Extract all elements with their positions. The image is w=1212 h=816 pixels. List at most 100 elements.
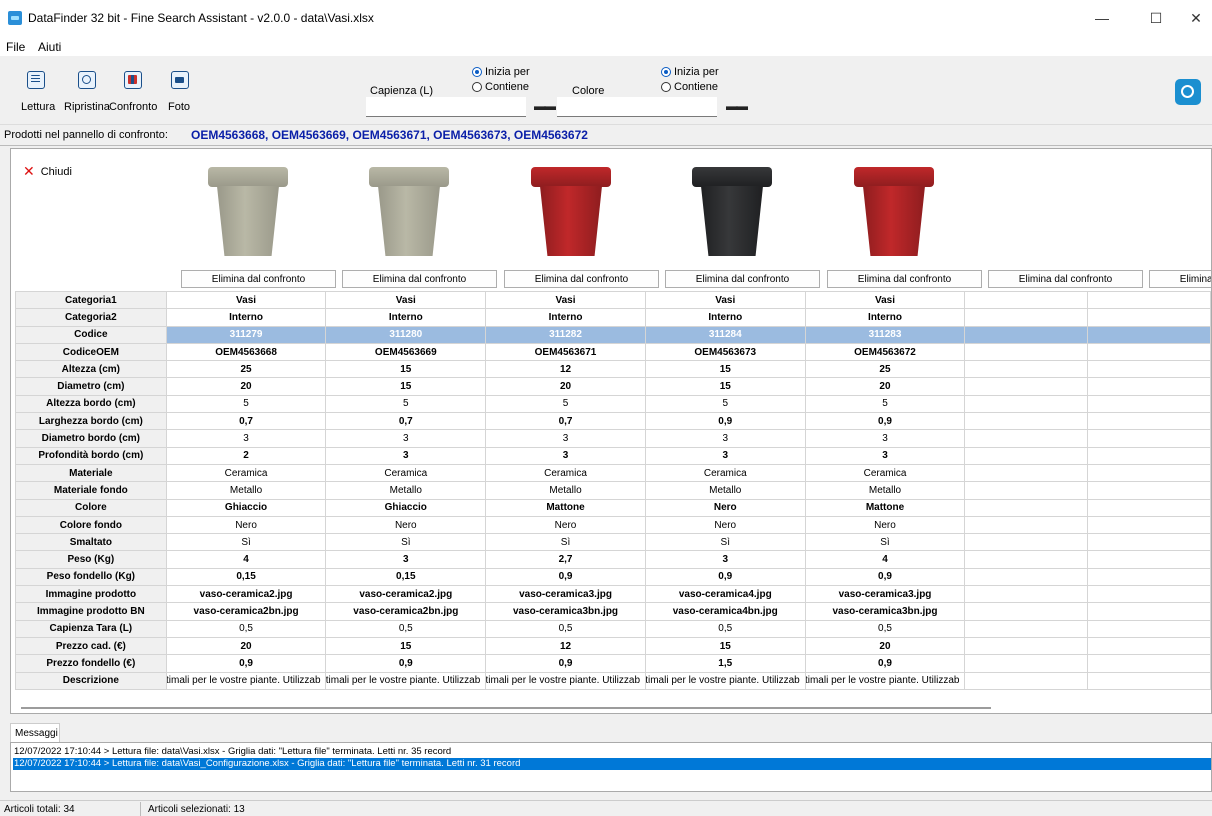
table-cell[interactable]: Ceramica	[804, 463, 966, 483]
table-cell[interactable]: 5	[165, 394, 327, 414]
table-cell[interactable]: 0,7	[485, 412, 646, 431]
remove-from-compare-button[interactable]: Elimina dal confronto	[1149, 270, 1211, 288]
table-cell[interactable]	[964, 325, 1089, 344]
finder-search-icon[interactable]	[1175, 79, 1201, 105]
table-cell[interactable]: Ceramica	[165, 463, 327, 483]
table-cell[interactable]	[964, 585, 1089, 604]
table-cell[interactable]: OEM4563673	[644, 342, 806, 362]
table-cell[interactable]: vaso-ceramica4.jpg	[644, 585, 806, 604]
table-cell[interactable]: 3	[165, 429, 327, 448]
table-cell[interactable]: Sì	[325, 533, 487, 552]
table-cell[interactable]: 20	[165, 636, 327, 656]
table-cell[interactable]	[964, 308, 1089, 327]
compare-icon[interactable]	[124, 71, 142, 89]
table-cell[interactable]: Ghiaccio	[325, 498, 487, 517]
table-cell[interactable]: Sì	[165, 533, 327, 552]
table-cell[interactable]	[964, 463, 1089, 483]
table-cell[interactable]: 20	[804, 636, 966, 656]
table-cell[interactable]: Interno	[325, 308, 487, 327]
table-cell[interactable]: 12	[485, 636, 646, 656]
table-cell[interactable]	[1087, 533, 1211, 552]
table-cell[interactable]: Nero	[165, 515, 327, 535]
capacity-search-binoculars-icon[interactable]: ▬▬	[534, 99, 556, 113]
table-cell[interactable]	[964, 619, 1089, 638]
close-window-button[interactable]: ✕	[1180, 8, 1212, 28]
table-cell[interactable]: 0,5	[165, 619, 327, 638]
table-cell[interactable]: 0,9	[804, 654, 966, 673]
table-cell[interactable]: 15	[325, 360, 487, 379]
table-cell[interactable]: 0,9	[485, 654, 646, 673]
table-cell[interactable]: ottimali per le vostre piante. Utilizzab	[165, 671, 327, 690]
table-cell[interactable]: Ceramica	[325, 463, 487, 483]
remove-from-compare-button[interactable]: Elimina dal confronto	[504, 270, 659, 288]
table-cell[interactable]	[1087, 360, 1211, 379]
color-radio-contains[interactable]: Contiene	[661, 81, 718, 93]
maximize-button[interactable]: ☐	[1136, 8, 1176, 28]
table-cell[interactable]	[1087, 550, 1211, 569]
reading-icon[interactable]	[27, 71, 45, 89]
table-cell[interactable]: 311282	[485, 325, 646, 344]
compare-button-label[interactable]: Confronto	[109, 101, 157, 113]
table-cell[interactable]	[1087, 619, 1211, 638]
table-cell[interactable]	[1087, 463, 1211, 483]
capacity-radio-contains[interactable]: Contiene	[472, 81, 529, 93]
table-cell[interactable]: OEM4563668	[165, 342, 327, 362]
table-cell[interactable]	[964, 602, 1089, 621]
table-cell[interactable]	[964, 654, 1089, 673]
table-cell[interactable]: 3	[644, 550, 806, 569]
message-line-selected[interactable]: 12/07/2022 17:10:44 > Lettura file: data…	[13, 758, 1211, 770]
table-cell[interactable]: Vasi	[804, 290, 966, 310]
table-cell[interactable]	[1087, 342, 1211, 362]
table-cell[interactable]: 311284	[644, 325, 806, 344]
table-cell[interactable]	[964, 567, 1089, 587]
table-cell[interactable]: Ceramica	[485, 463, 646, 483]
table-cell[interactable]: 0,7	[165, 412, 327, 431]
table-cell[interactable]: vaso-ceramica2.jpg	[165, 585, 327, 604]
table-cell[interactable]: Nero	[485, 515, 646, 535]
table-cell[interactable]: 15	[325, 636, 487, 656]
table-cell[interactable]: Vasi	[325, 290, 487, 310]
table-cell[interactable]: 0,7	[325, 412, 487, 431]
menu-help[interactable]: Aiuti	[38, 40, 61, 54]
table-cell[interactable]: vaso-ceramica2.jpg	[325, 585, 487, 604]
remove-from-compare-button[interactable]: Elimina dal confronto	[988, 270, 1143, 288]
table-cell[interactable]: 0,9	[644, 412, 806, 431]
table-cell[interactable]: 15	[644, 377, 806, 396]
table-cell[interactable]: 20	[165, 377, 327, 396]
table-cell[interactable]: Ghiaccio	[165, 498, 327, 517]
table-cell[interactable]: Metallo	[485, 481, 646, 500]
table-cell[interactable]: ottimali per le vostre piante. Utilizzab	[325, 671, 487, 690]
table-cell[interactable]: 5	[325, 394, 487, 414]
table-cell[interactable]: 3	[485, 429, 646, 448]
color-search-binoculars-icon[interactable]: ▬▬	[726, 99, 748, 113]
table-cell[interactable]: 3	[325, 550, 487, 569]
table-cell[interactable]	[964, 446, 1089, 465]
reset-icon[interactable]	[78, 71, 96, 89]
table-cell[interactable]	[1087, 654, 1211, 673]
table-cell[interactable]: 4	[804, 550, 966, 569]
table-cell[interactable]: 15	[644, 636, 806, 656]
minimize-button[interactable]: —	[1082, 8, 1122, 28]
horizontal-scrollbar[interactable]	[21, 707, 991, 709]
remove-from-compare-button[interactable]: Elimina dal confronto	[181, 270, 336, 288]
table-cell[interactable]: 5	[644, 394, 806, 414]
table-cell[interactable]	[1087, 515, 1211, 535]
tab-messages[interactable]: Messaggi	[10, 723, 60, 743]
photo-button-label[interactable]: Foto	[168, 101, 190, 113]
table-cell[interactable]	[964, 412, 1089, 431]
table-cell[interactable]: Vasi	[165, 290, 327, 310]
table-cell[interactable]	[1087, 290, 1211, 310]
table-cell[interactable]	[1087, 585, 1211, 604]
table-cell[interactable]	[964, 515, 1089, 535]
table-cell[interactable]: Interno	[485, 308, 646, 327]
table-cell[interactable]	[1087, 481, 1211, 500]
table-cell[interactable]: vaso-ceramica3.jpg	[804, 585, 966, 604]
table-cell[interactable]	[964, 533, 1089, 552]
table-cell[interactable]: Ceramica	[644, 463, 806, 483]
table-cell[interactable]: ottimali per le vostre piante. Utilizzab	[644, 671, 806, 690]
table-cell[interactable]: OEM4563672	[804, 342, 966, 362]
table-cell[interactable]: Metallo	[325, 481, 487, 500]
table-cell[interactable]: Nero	[644, 498, 806, 517]
table-cell[interactable]: Interno	[165, 308, 327, 327]
table-cell[interactable]: 12	[485, 360, 646, 379]
